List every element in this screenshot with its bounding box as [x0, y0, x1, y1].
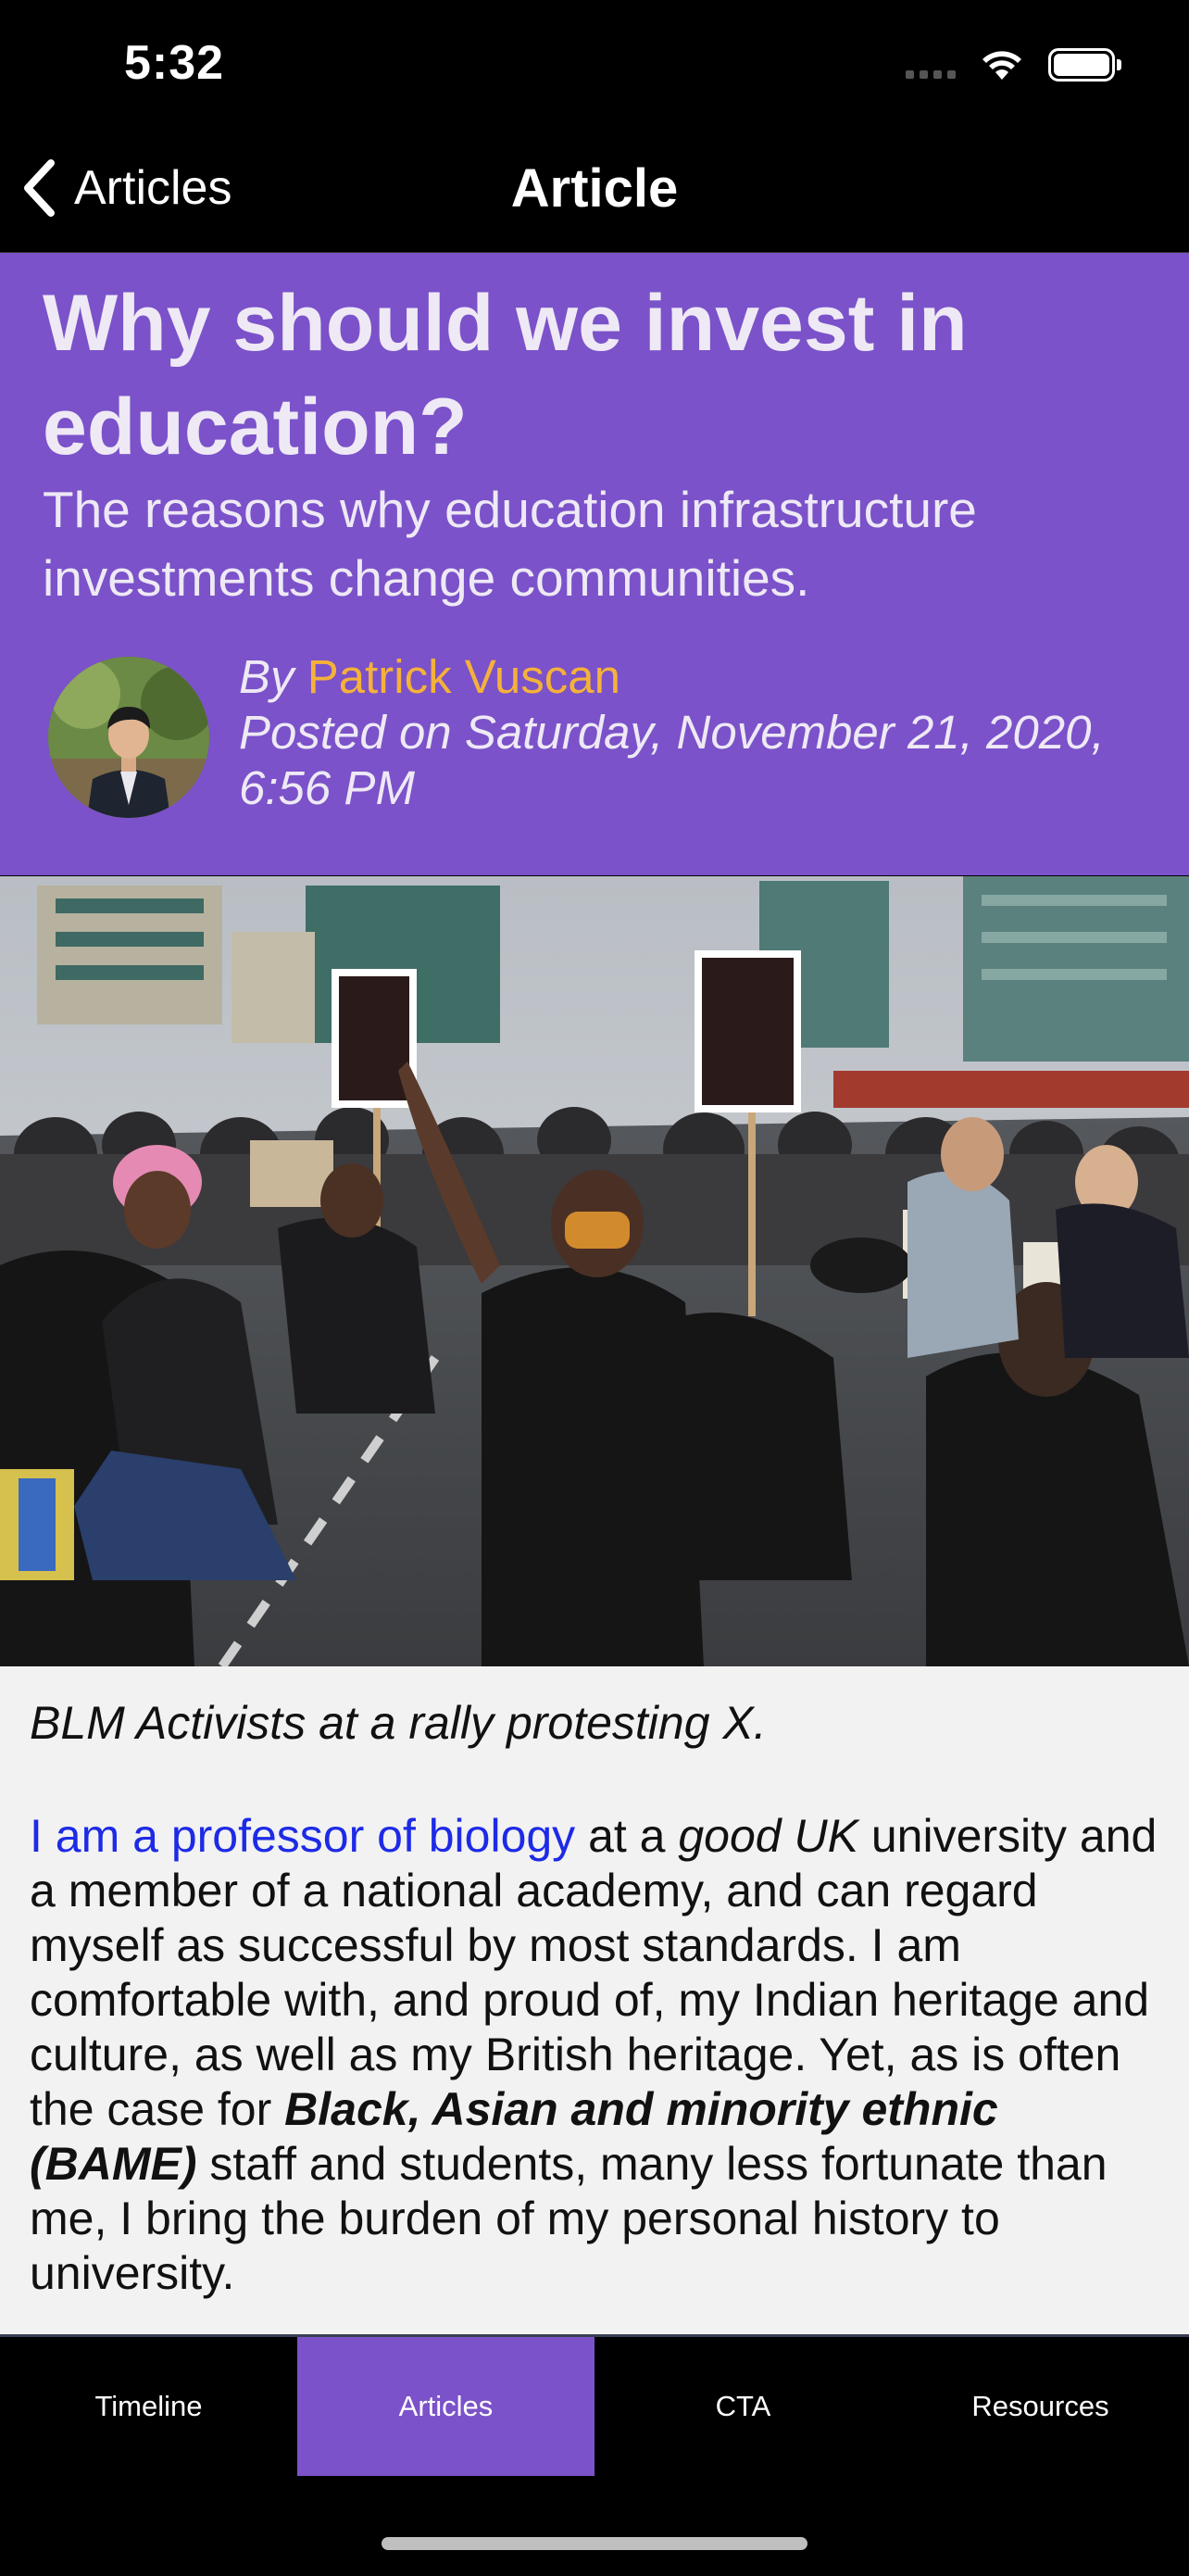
tab-articles[interactable]: Articles	[297, 2337, 594, 2476]
author-avatar	[48, 657, 209, 818]
article-subtitle: The reasons why education infrastructure…	[43, 481, 977, 607]
article-content: BLM Activists at a rally protesting X. I…	[0, 1666, 1189, 2334]
battery-icon	[1048, 48, 1121, 82]
article-body: I am a professor of biology at a good UK…	[30, 1809, 1163, 2301]
image-caption: BLM Activists at a rally protesting X.	[30, 1697, 767, 1749]
tab-timeline[interactable]: Timeline	[0, 2337, 297, 2476]
tab-resources[interactable]: Resources	[892, 2337, 1189, 2476]
status-bar: 5:32	[0, 0, 1189, 139]
tab-resources-label: Resources	[971, 2390, 1109, 2422]
tab-timeline-label: Timeline	[94, 2390, 203, 2422]
status-time: 5:32	[124, 36, 225, 90]
nav-title: Article	[510, 158, 679, 219]
author-name[interactable]: Patrick Vuscan	[307, 650, 620, 703]
body-text-1: at a	[575, 1810, 679, 1862]
article-title: Why should we invest in education?	[43, 279, 968, 471]
home-indicator[interactable]	[382, 2537, 807, 2550]
by-prefix: By	[239, 650, 294, 703]
navigation-bar: Articles Article	[0, 139, 1189, 254]
tab-cta[interactable]: CTA	[594, 2337, 892, 2476]
post-date: Posted on Saturday, November 21, 2020, 6…	[239, 706, 1105, 814]
tab-articles-label: Articles	[398, 2390, 494, 2422]
body-link[interactable]: I am a professor of biology	[30, 1810, 575, 1862]
signal-icon	[906, 51, 956, 79]
hero-image	[0, 876, 1189, 1666]
tab-cta-label: CTA	[715, 2390, 771, 2422]
body-emphasis: good UK	[678, 1810, 858, 1862]
status-icons	[906, 48, 1121, 82]
wifi-icon	[982, 51, 1021, 80]
byline: By Patrick Vuscan Posted on Saturday, No…	[239, 649, 1165, 816]
article-header: Why should we invest in education? The r…	[0, 253, 1189, 875]
author-line: By Patrick Vuscan	[239, 649, 1165, 705]
